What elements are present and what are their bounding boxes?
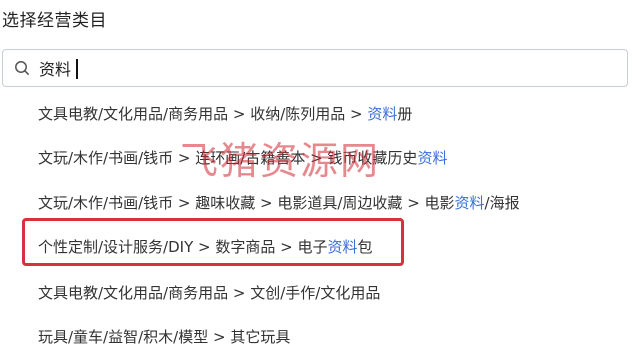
category-option[interactable]: 文具电教/文化用品/商务用品 > 收纳/陈列用品 > 资料册 bbox=[38, 100, 412, 128]
search-input[interactable] bbox=[39, 56, 599, 80]
category-option[interactable]: 玩具/童车/益智/积木/模型 > 其它玩具 bbox=[38, 323, 290, 351]
category-path: 文具电教/文化用品/商务用品 > 收纳/陈列用品 > bbox=[38, 105, 368, 123]
search-box[interactable] bbox=[2, 49, 628, 87]
match-highlight: 资料 bbox=[417, 149, 448, 167]
page-title: 选择经营类目 bbox=[2, 11, 107, 31]
category-path: 文具电教/文化用品/商务用品 > 文创/手作/文化用品 bbox=[38, 284, 381, 302]
category-option[interactable]: 文玩/木作/书画/钱币 > 连环画/古籍善本 > 钱币收藏历史资料 bbox=[38, 144, 447, 172]
match-highlight: 资料 bbox=[454, 194, 485, 212]
annotation-highlight-frame bbox=[22, 218, 404, 266]
search-icon bbox=[15, 61, 29, 75]
category-option[interactable]: 文玩/木作/书画/钱币 > 趣味收藏 > 电影道具/周边收藏 > 电影资料/海报 bbox=[38, 189, 520, 217]
category-path: 文玩/木作/书画/钱币 > 连环画/古籍善本 > 钱币收藏历史 bbox=[38, 149, 418, 167]
category-path-suffix: /海报 bbox=[484, 194, 520, 212]
category-path: 文玩/木作/书画/钱币 > 趣味收藏 > 电影道具/周边收藏 > 电影 bbox=[38, 194, 455, 212]
category-path: 玩具/童车/益智/积木/模型 > 其它玩具 bbox=[38, 328, 291, 346]
match-highlight: 资料 bbox=[367, 105, 398, 123]
text-cursor bbox=[76, 59, 78, 79]
category-path-suffix: 册 bbox=[397, 105, 413, 123]
category-option[interactable]: 文具电教/文化用品/商务用品 > 文创/手作/文化用品 bbox=[38, 279, 380, 307]
